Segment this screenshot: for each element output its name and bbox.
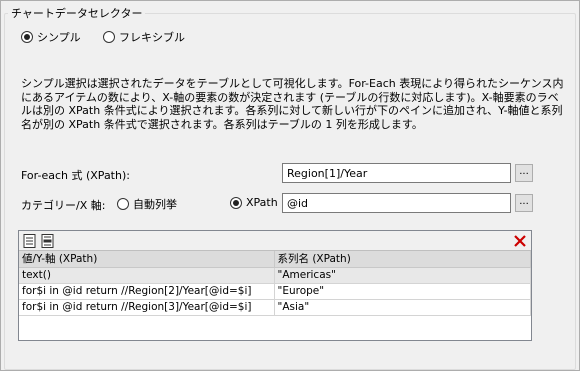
y-axis-cell[interactable]: text() bbox=[19, 267, 275, 284]
foreach-browse-button[interactable]: ... bbox=[515, 164, 533, 182]
table-row[interactable]: for$i in @id return //Region[3]/Year[@id… bbox=[19, 299, 531, 316]
series-table: 値/Y-軸 (XPath) 系列名 (XPath) text() "Americ… bbox=[19, 251, 531, 316]
insert-row-icon[interactable] bbox=[40, 233, 56, 249]
radio-unselected-icon bbox=[117, 198, 129, 210]
category-browse-button[interactable]: ... bbox=[515, 194, 533, 212]
mode-simple-radio[interactable]: シンプル bbox=[21, 29, 81, 45]
column-header-series-name: 系列名 (XPath) bbox=[274, 251, 531, 268]
series-grid: 値/Y-軸 (XPath) 系列名 (XPath) text() "Americ… bbox=[18, 230, 532, 341]
append-row-icon[interactable] bbox=[22, 233, 38, 249]
chart-data-selector-window: チャートデータセレクター シンプル フレキシブル シンプル選択は選択されたデータ… bbox=[0, 0, 580, 371]
category-xpath-input[interactable] bbox=[282, 193, 511, 213]
description-text: シンプル選択は選択されたデータをテーブルとして可視化します。For-Each 表… bbox=[21, 77, 564, 131]
radio-unselected-icon bbox=[103, 31, 115, 43]
column-header-y-axis: 値/Y-軸 (XPath) bbox=[19, 251, 275, 268]
y-axis-cell[interactable]: for$i in @id return //Region[2]/Year[@id… bbox=[19, 283, 275, 300]
table-row[interactable]: text() "Americas" bbox=[19, 267, 531, 284]
category-xpath-radio[interactable]: XPath bbox=[230, 196, 278, 209]
table-row[interactable]: for$i in @id return //Region[2]/Year[@id… bbox=[19, 283, 531, 300]
grid-toolbar bbox=[19, 231, 531, 251]
radio-selected-icon bbox=[21, 31, 33, 43]
category-auto-label: 自動列挙 bbox=[133, 198, 177, 211]
series-name-cell[interactable]: "Americas" bbox=[274, 267, 531, 284]
mode-flexible-radio[interactable]: フレキシブル bbox=[103, 29, 185, 45]
series-name-cell[interactable]: "Europe" bbox=[274, 283, 531, 300]
y-axis-cell[interactable]: for$i in @id return //Region[3]/Year[@id… bbox=[19, 299, 275, 316]
category-auto-radio[interactable]: 自動列挙 bbox=[117, 196, 177, 212]
group-title: チャートデータセレクター bbox=[8, 5, 146, 21]
foreach-input[interactable] bbox=[282, 163, 511, 183]
table-header-row: 値/Y-軸 (XPath) 系列名 (XPath) bbox=[19, 251, 531, 268]
foreach-label: For-each 式 (XPath): bbox=[21, 169, 130, 182]
delete-x-icon[interactable] bbox=[512, 233, 528, 249]
series-name-cell[interactable]: "Asia" bbox=[274, 299, 531, 316]
radio-selected-icon bbox=[230, 196, 242, 209]
category-label: カテゴリー/X 軸: bbox=[21, 199, 106, 212]
category-xpath-label: XPath bbox=[246, 196, 278, 209]
mode-simple-label: シンプル bbox=[37, 31, 81, 44]
mode-flexible-label: フレキシブル bbox=[119, 31, 185, 44]
